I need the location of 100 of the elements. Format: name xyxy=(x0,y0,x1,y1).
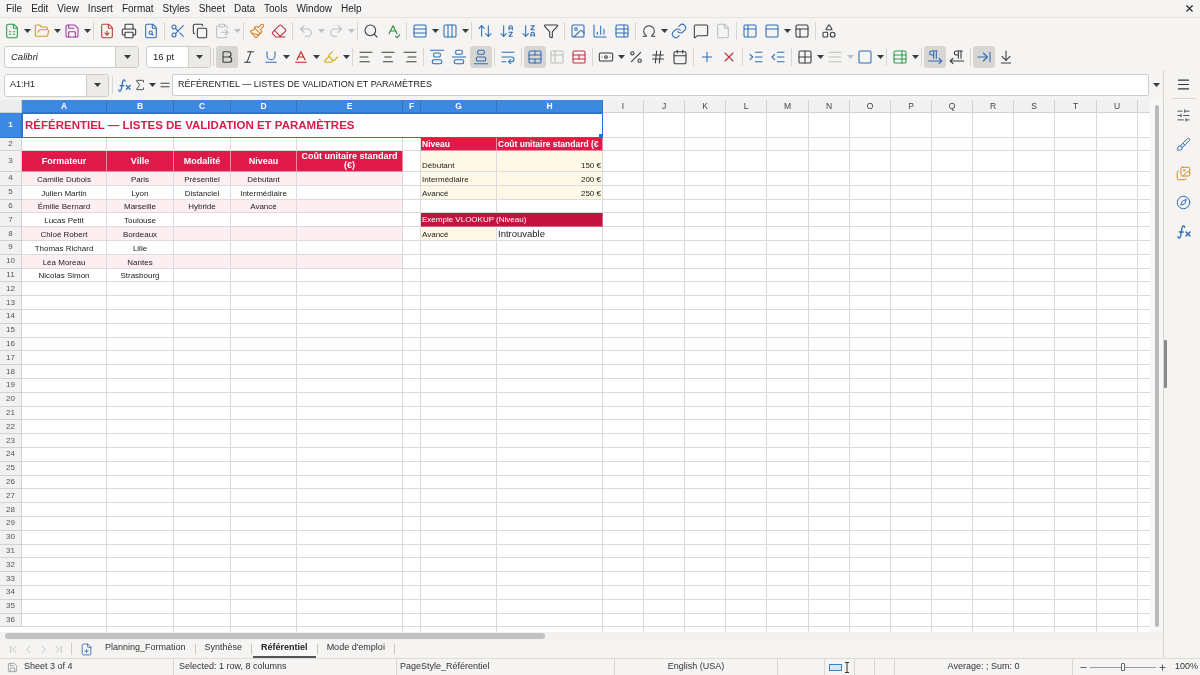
font-size-dropdown[interactable] xyxy=(188,47,210,67)
menu-item[interactable]: Tools xyxy=(264,2,288,15)
row-header[interactable]: 18 xyxy=(0,365,22,379)
row-header[interactable]: 33 xyxy=(0,572,22,586)
column-header[interactable]: O xyxy=(850,100,891,113)
column-header[interactable]: S xyxy=(1014,100,1055,113)
caret-icon[interactable] xyxy=(876,55,884,59)
menu-item[interactable]: Data xyxy=(233,2,256,15)
sheet-cell: Intermédiaire xyxy=(421,172,497,186)
caret-icon[interactable] xyxy=(53,29,61,33)
menu-item[interactable]: Window xyxy=(296,2,332,15)
column-header[interactable]: K xyxy=(685,100,726,113)
align-bottom-button[interactable] xyxy=(470,46,492,68)
letter-baseline-icon xyxy=(293,49,309,65)
column-header[interactable]: H xyxy=(497,100,603,113)
sheet-tab[interactable]: Planning_Formation xyxy=(97,640,194,658)
menu-item[interactable]: Help xyxy=(341,2,362,15)
column-header[interactable]: Q xyxy=(932,100,973,113)
name-box-dropdown[interactable] xyxy=(86,74,108,96)
row-header[interactable]: 3 xyxy=(0,151,22,172)
column-header[interactable]: E xyxy=(297,100,403,113)
sidebar-handle[interactable] xyxy=(1164,340,1167,388)
row-header[interactable]: 27 xyxy=(0,489,22,504)
menu-item[interactable]: Insert xyxy=(87,2,113,15)
caret-icon[interactable] xyxy=(660,29,668,33)
caret-icon[interactable] xyxy=(783,29,791,33)
column-header[interactable]: T xyxy=(1055,100,1097,113)
text-horizontal-button[interactable] xyxy=(973,46,995,68)
zoom-percent-text[interactable]: 100% xyxy=(1175,660,1199,674)
menu-item[interactable]: Sheet xyxy=(198,2,225,15)
arrow-to-line-icon xyxy=(976,49,992,65)
column-header[interactable]: I xyxy=(603,100,644,113)
formula-input[interactable]: RÉFÉRENTIEL — LISTES DE VALIDATION ET PARAMÈTRES xyxy=(172,74,1149,96)
row-header[interactable]: 13 xyxy=(0,296,22,310)
column-header[interactable]: M xyxy=(767,100,809,113)
font-name-box[interactable]: Calibri xyxy=(4,46,139,68)
column-header[interactable]: D xyxy=(231,100,297,113)
row-header[interactable]: 7 xyxy=(0,213,22,228)
name-box[interactable]: A1:H1 xyxy=(4,73,109,97)
left-to-right-button[interactable] xyxy=(924,46,946,68)
row-header[interactable]: 22 xyxy=(0,420,22,435)
sheet-tab[interactable]: Synthèse xyxy=(196,640,251,658)
menu-item[interactable]: File xyxy=(6,2,23,15)
sheet-tab[interactable]: Mode d'emploi xyxy=(318,640,393,658)
zoom-slider[interactable] xyxy=(1090,661,1156,673)
align-bottom-icon xyxy=(473,49,489,65)
column-header[interactable]: U xyxy=(1097,100,1138,113)
menu-item[interactable]: Format xyxy=(121,2,154,15)
column-header[interactable]: R xyxy=(973,100,1014,113)
bold-button[interactable] xyxy=(216,46,238,68)
row-header[interactable]: 28 xyxy=(0,503,22,517)
column-header[interactable]: B xyxy=(107,100,174,113)
caret-icon[interactable] xyxy=(312,55,320,59)
bar-chart-icon xyxy=(592,23,608,39)
row-header[interactable]: 4 xyxy=(0,172,22,186)
indent-left-icon xyxy=(770,49,786,65)
row-header[interactable]: 12 xyxy=(0,282,22,297)
caret-icon[interactable] xyxy=(617,55,625,59)
sheet-cell: Exemple VLOOKUP (Niveau) xyxy=(421,213,603,228)
caret-icon[interactable] xyxy=(83,29,91,33)
column-header[interactable]: P xyxy=(891,100,932,113)
caret-icon[interactable] xyxy=(911,55,919,59)
column-header[interactable]: L xyxy=(726,100,767,113)
images-icon xyxy=(1176,166,1191,181)
caret-icon[interactable] xyxy=(23,29,31,33)
row-header[interactable]: 2 xyxy=(0,138,22,151)
vertical-scrollbar[interactable] xyxy=(1150,100,1163,632)
column-header[interactable]: F xyxy=(403,100,421,113)
row-header[interactable]: 8 xyxy=(0,227,22,241)
caret-icon[interactable] xyxy=(149,83,156,87)
row-header[interactable]: 17 xyxy=(0,351,22,366)
column-header[interactable]: J xyxy=(644,100,685,113)
caret-icon[interactable] xyxy=(816,55,824,59)
rectangle-cursor-icon[interactable] xyxy=(828,661,851,673)
spreadsheet-file-icon xyxy=(4,23,20,39)
zoom-in-button[interactable] xyxy=(1158,661,1167,673)
selection-handle[interactable] xyxy=(599,134,603,138)
page-style-text[interactable]: PageStyle_Référentiel xyxy=(400,660,490,674)
language-text[interactable]: English (USA) xyxy=(667,660,725,674)
scrollbar-thumb[interactable] xyxy=(1154,105,1159,627)
caret-icon[interactable] xyxy=(1152,83,1160,87)
caret-icon[interactable] xyxy=(342,55,350,59)
column-header[interactable]: C xyxy=(174,100,231,113)
menu-item[interactable]: Styles xyxy=(162,2,190,15)
font-size-box[interactable]: 16 pt xyxy=(146,46,211,68)
column-header[interactable]: G xyxy=(421,100,497,113)
font-name-dropdown[interactable] xyxy=(115,47,138,67)
row-header[interactable]: 32 xyxy=(0,558,22,573)
row-header[interactable]: 23 xyxy=(0,434,22,448)
row-header[interactable]: 1 xyxy=(0,113,22,138)
menu-item[interactable]: Edit xyxy=(31,2,49,15)
sheet-tab[interactable]: Référentiel xyxy=(253,640,316,658)
menu-item[interactable]: View xyxy=(57,2,79,15)
zoom-slider-thumb[interactable] xyxy=(1121,663,1125,671)
caret-icon[interactable] xyxy=(461,29,469,33)
caret-icon[interactable] xyxy=(431,29,439,33)
caret-icon[interactable] xyxy=(282,55,290,59)
column-header[interactable]: A xyxy=(22,100,107,113)
column-header[interactable]: N xyxy=(809,100,850,113)
scrollbar-thumb[interactable] xyxy=(5,633,545,639)
